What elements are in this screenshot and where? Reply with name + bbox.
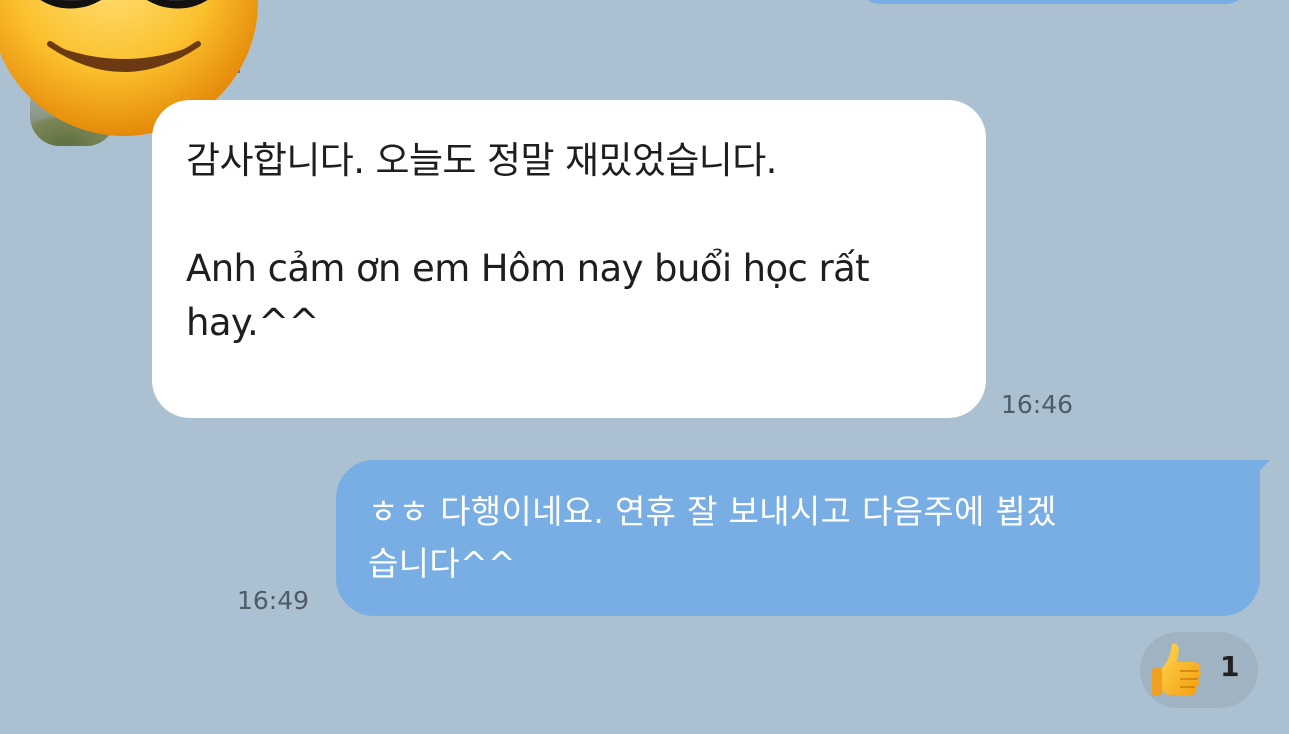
outgoing-message-line: ㅎㅎ 다행이네요. 연휴 잘 보내시고 다음주에 뵙겠 (368, 492, 1057, 531)
incoming-message-line: 감사합니다. 오늘도 정말 재밌었습니다. (186, 139, 777, 182)
previous-outgoing-bubble[interactable] (858, 0, 1248, 4)
outgoing-message-line: 습니다^^ (368, 544, 516, 583)
incoming-message-line: hay.^^ (186, 301, 320, 344)
incoming-message-line: Anh cảm ơn em Hôm nay buổi học rất (186, 247, 870, 290)
outgoing-message-bubble[interactable]: ㅎㅎ 다행이네요. 연휴 잘 보내시고 다음주에 뵙겠 습니다^^ (336, 460, 1270, 616)
outgoing-message-time: 16:49 (237, 586, 310, 615)
message-line-gap (186, 188, 956, 242)
thumbs-up-icon (1152, 643, 1201, 696)
incoming-message-bubble[interactable]: 감사합니다. 오늘도 정말 재밌었습니다. Anh cảm ơn em Hôm … (152, 100, 986, 418)
incoming-message-time: 16:46 (1001, 390, 1074, 419)
chat-view[interactable]: 감사합니다. 오늘도 정말 재밌었습니다. Anh cảm ơn em Hôm … (0, 0, 1289, 734)
reaction-badge[interactable]: 1 (1140, 632, 1258, 708)
reaction-count: 1 (1220, 650, 1240, 683)
